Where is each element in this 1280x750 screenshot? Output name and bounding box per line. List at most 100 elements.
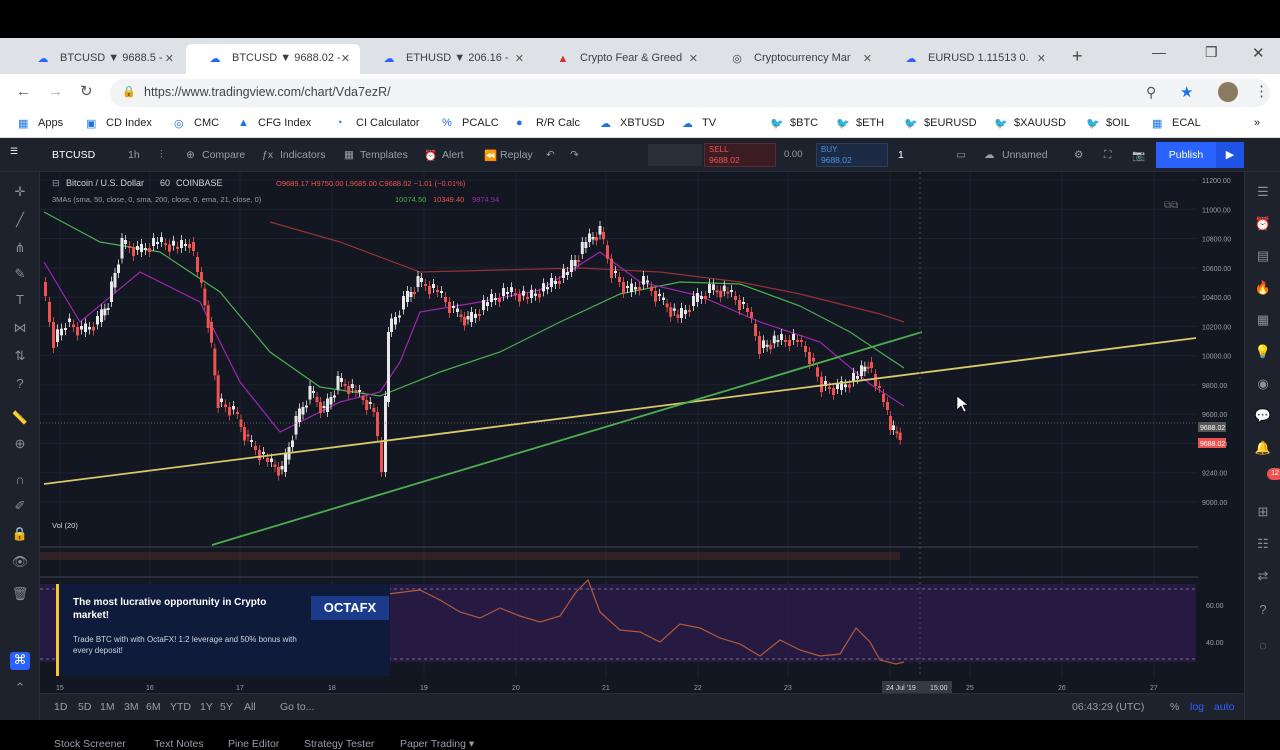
bookmark-13[interactable]: $OIL [1106, 117, 1130, 129]
tab-btcusd-1[interactable]: ☁ BTCUSD ▼ 9688.5 - ✕ [14, 44, 184, 74]
goto-button[interactable]: Go to... [280, 701, 314, 713]
collapse-icon[interactable]: ⌃ [10, 680, 30, 698]
stay-drawing-icon[interactable]: ✐ [10, 498, 30, 516]
close-icon[interactable]: ✕ [689, 52, 698, 65]
close-icon[interactable]: ✕ [341, 52, 350, 65]
close-icon[interactable]: ✕ [165, 52, 174, 65]
data-window-icon[interactable]: ▤ [1254, 248, 1272, 266]
text-icon[interactable]: T [10, 292, 30, 310]
layout-icon[interactable]: ▭ [956, 149, 966, 161]
templates-button[interactable]: Templates [360, 149, 408, 161]
menu-icon[interactable]: ☰ [10, 146, 18, 157]
replay-button[interactable]: Replay [500, 149, 533, 161]
range-1y[interactable]: 1Y [200, 701, 213, 713]
camera-icon[interactable]: 📷 [1132, 149, 1145, 162]
range-1d[interactable]: 1D [54, 701, 67, 713]
hotlist-icon[interactable]: 🔥 [1254, 280, 1272, 298]
close-icon[interactable]: ✕ [863, 52, 872, 65]
chart-type-icon[interactable]: ⫶ [160, 149, 163, 162]
profile-avatar[interactable] [1218, 82, 1238, 102]
watchlist-icon[interactable]: ☰ [1254, 184, 1272, 202]
help-icon[interactable]: ? [10, 376, 30, 394]
symbol-search[interactable]: BTCUSD [52, 149, 95, 161]
bookmark-0[interactable]: Apps [38, 117, 63, 129]
magnet-icon[interactable]: ∩ [10, 472, 30, 490]
sell-button[interactable]: SELL 9688.02 [704, 143, 776, 167]
ideas-icon[interactable]: 💡 [1254, 344, 1272, 362]
streams-icon[interactable]: ◉ [1254, 376, 1272, 394]
order-panel-icon[interactable]: ☷ [1254, 536, 1272, 554]
tab-cmc[interactable]: ◎ Cryptocurrency Mar ✕ [708, 44, 882, 74]
search-icon[interactable]: ⚲ [1146, 84, 1156, 101]
range-3m[interactable]: 3M [124, 701, 139, 713]
redo-icon[interactable]: ↷ [570, 149, 579, 161]
pane-buttons-icon[interactable]: ⧉⧉ [1164, 200, 1178, 211]
layout-name[interactable]: Unnamed [1002, 149, 1048, 161]
close-icon[interactable]: ✕ [1037, 52, 1046, 65]
reload-icon[interactable]: ↻ [80, 82, 93, 100]
calculator-icon[interactable]: ⊞ [1254, 504, 1272, 522]
range-1m[interactable]: 1M [100, 701, 115, 713]
panel-tab-0[interactable]: Stock Screener [54, 738, 126, 750]
forward-icon[interactable]: → [48, 83, 63, 100]
bookmark-1[interactable]: CD Index [106, 117, 152, 129]
panel-tab-1[interactable]: Text Notes [154, 738, 204, 750]
panel-tab-4[interactable]: Paper Trading ▾ [400, 738, 474, 750]
log-toggle[interactable]: log [1190, 701, 1204, 713]
ruler-icon[interactable]: 📏 [10, 410, 30, 428]
menu-icon[interactable]: ⋮ [1254, 82, 1269, 100]
eye-icon[interactable]: 👁 [10, 554, 30, 572]
notifications-icon[interactable]: 🔔 [1254, 440, 1272, 458]
more-bookmarks-icon[interactable]: » [1254, 117, 1260, 129]
chats-icon[interactable]: 💬 [1254, 408, 1272, 426]
range-ytd[interactable]: YTD [170, 701, 191, 713]
calendar-icon[interactable]: ▦ [1254, 312, 1272, 330]
play-icon[interactable]: ▶ [1216, 142, 1244, 168]
quantity-input[interactable]: 1 [898, 149, 904, 161]
undo-icon[interactable]: ↶ [546, 149, 555, 161]
bookmark-3[interactable]: CFG Index [258, 117, 311, 129]
chat-icon[interactable]: ◌ [1254, 638, 1272, 656]
range-all[interactable]: All [244, 701, 256, 713]
trash-icon[interactable]: 🗑 [10, 586, 30, 604]
auto-toggle[interactable]: auto [1214, 701, 1234, 713]
alert-button[interactable]: Alert [442, 149, 464, 161]
publish-button[interactable]: Publish [1156, 142, 1216, 168]
bookmark-9[interactable]: $BTC [790, 117, 818, 129]
tab-fear-greed[interactable]: ▲ Crypto Fear & Greed ✕ [534, 44, 708, 74]
close-window-icon[interactable]: ✕ [1252, 44, 1265, 62]
lock-icon[interactable]: 🔒 [10, 526, 30, 544]
range-6m[interactable]: 6M [146, 701, 161, 713]
bookmark-14[interactable]: ECAL [1172, 117, 1201, 129]
bookmark-7[interactable]: XBTUSD [620, 117, 665, 129]
panel-tab-2[interactable]: Pine Editor [228, 738, 279, 750]
star-icon[interactable]: ★ [1180, 83, 1193, 101]
trendline-icon[interactable]: ╱ [10, 212, 30, 230]
bookmark-4[interactable]: CI Calculator [356, 117, 420, 129]
minimize-icon[interactable]: — [1152, 44, 1166, 60]
brush-icon[interactable]: ✎ [10, 266, 30, 284]
collapse-legend-icon[interactable]: ⊟ [52, 178, 60, 188]
compare-button[interactable]: Compare [202, 149, 245, 161]
crosshair-icon[interactable]: ✛ [10, 184, 30, 202]
dom-icon[interactable]: ⇄ [1254, 568, 1272, 586]
bookmark-2[interactable]: CMC [194, 117, 219, 129]
settings-icon[interactable]: ⚙ [1074, 149, 1083, 161]
interval-button[interactable]: 1h [128, 149, 140, 161]
bookmark-11[interactable]: $EURUSD [924, 117, 977, 129]
fullscreen-icon[interactable]: ⛶ [1104, 149, 1111, 162]
zoom-icon[interactable]: ⊕ [10, 436, 30, 454]
bookmark-12[interactable]: $XAUUSD [1014, 117, 1066, 129]
close-icon[interactable]: ✕ [515, 52, 524, 65]
octafx-ad[interactable]: The most lucrative opportunity in Crypto… [56, 584, 390, 676]
buy-button[interactable]: BUY 9688.02 [816, 143, 888, 167]
percent-toggle[interactable]: % [1170, 701, 1179, 713]
back-icon[interactable]: ← [16, 83, 31, 100]
tab-eurusd[interactable]: ☁ EURUSD 1.11513 0. ✕ [882, 44, 1056, 74]
help-circle-icon[interactable]: ? [1254, 602, 1272, 620]
pitchfork-icon[interactable]: ⋔ [10, 240, 30, 258]
range-5y[interactable]: 5Y [220, 701, 233, 713]
bookmark-8[interactable]: TV [702, 117, 716, 129]
alerts-icon[interactable]: ⏰ [1254, 216, 1272, 234]
bookmark-10[interactable]: $ETH [856, 117, 884, 129]
